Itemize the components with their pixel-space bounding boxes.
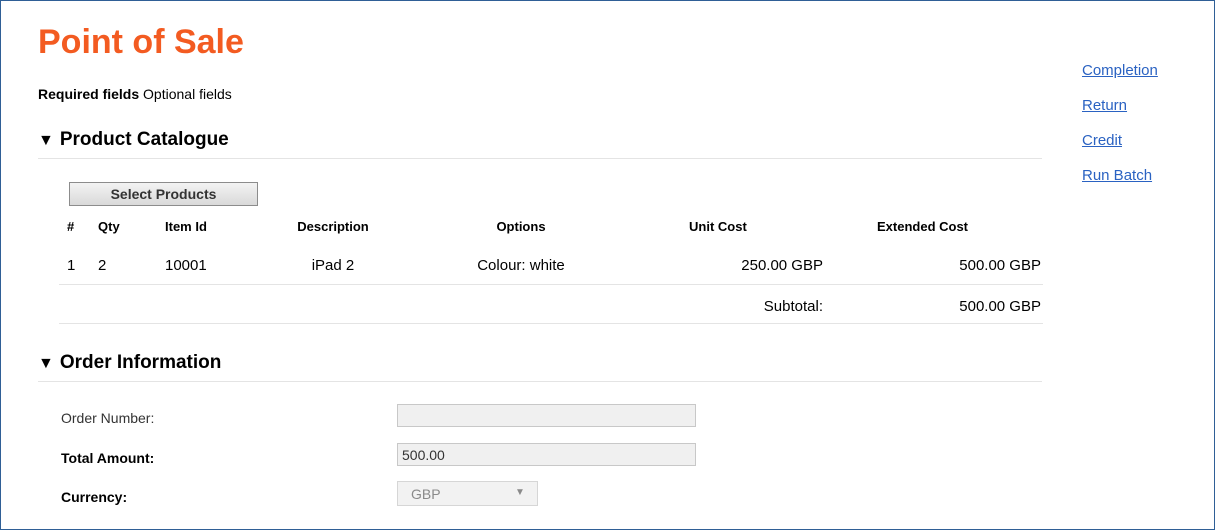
total-amount-label: Total Amount: [61,450,155,466]
subtotal-label: Subtotal: [763,298,823,315]
subtotal-value: 500.00 GBP [959,298,1041,315]
total-amount-input[interactable] [397,443,696,466]
column-header-description: Description [297,219,369,234]
row-description: iPad 2 [311,257,355,274]
column-header-item-id: Item Id [165,219,207,234]
row-unit-cost: 250.00 GBP [741,257,823,274]
triangle-down-icon: ▼ [38,355,54,372]
order-number-label: Order Number: [61,410,155,426]
triangle-down-icon: ▼ [38,132,54,149]
column-header-options: Options [496,219,546,234]
column-header-qty: Qty [98,219,120,234]
page-title: Point of Sale [38,23,244,61]
currency-select[interactable]: GBP ▼ [397,481,538,506]
column-header-unit-cost: Unit Cost [689,219,747,234]
optional-fields-legend: Optional fields [143,86,232,102]
field-legend: Required fields Optional fields [38,85,232,103]
currency-selected-value: GBP [411,486,441,502]
side-nav: Completion Return Credit Run Batch [1082,62,1158,202]
row-extended-cost: 500.00 GBP [959,257,1041,274]
table-row: 1 2 10001 iPad 2 Colour: white 250.00 GB… [59,244,1043,285]
section-title-product-catalogue: Product Catalogue [59,129,229,150]
row-number: 1 [67,257,76,274]
row-item-id: 10001 [165,257,207,274]
subtotal-row: Subtotal: 500.00 GBP [59,285,1043,324]
chevron-down-icon: ▼ [515,487,525,498]
section-header-order-information[interactable]: ▼ Order Information [38,351,1042,382]
run-batch-link[interactable]: Run Batch [1082,167,1158,185]
column-header-extended-cost: Extended Cost [877,219,969,234]
return-link[interactable]: Return [1082,97,1158,115]
select-products-button[interactable]: Select Products [69,182,258,206]
completion-link[interactable]: Completion [1082,62,1158,80]
currency-label: Currency: [61,489,128,505]
row-qty: 2 [98,257,107,274]
order-number-input[interactable] [397,404,696,427]
column-header-number: # [67,219,75,234]
credit-link[interactable]: Credit [1082,132,1158,150]
section-header-product-catalogue[interactable]: ▼ Product Catalogue [38,128,1042,159]
section-title-order-information: Order Information [59,352,222,373]
required-fields-legend: Required fields [38,86,140,102]
row-options: Colour: white [477,257,565,274]
